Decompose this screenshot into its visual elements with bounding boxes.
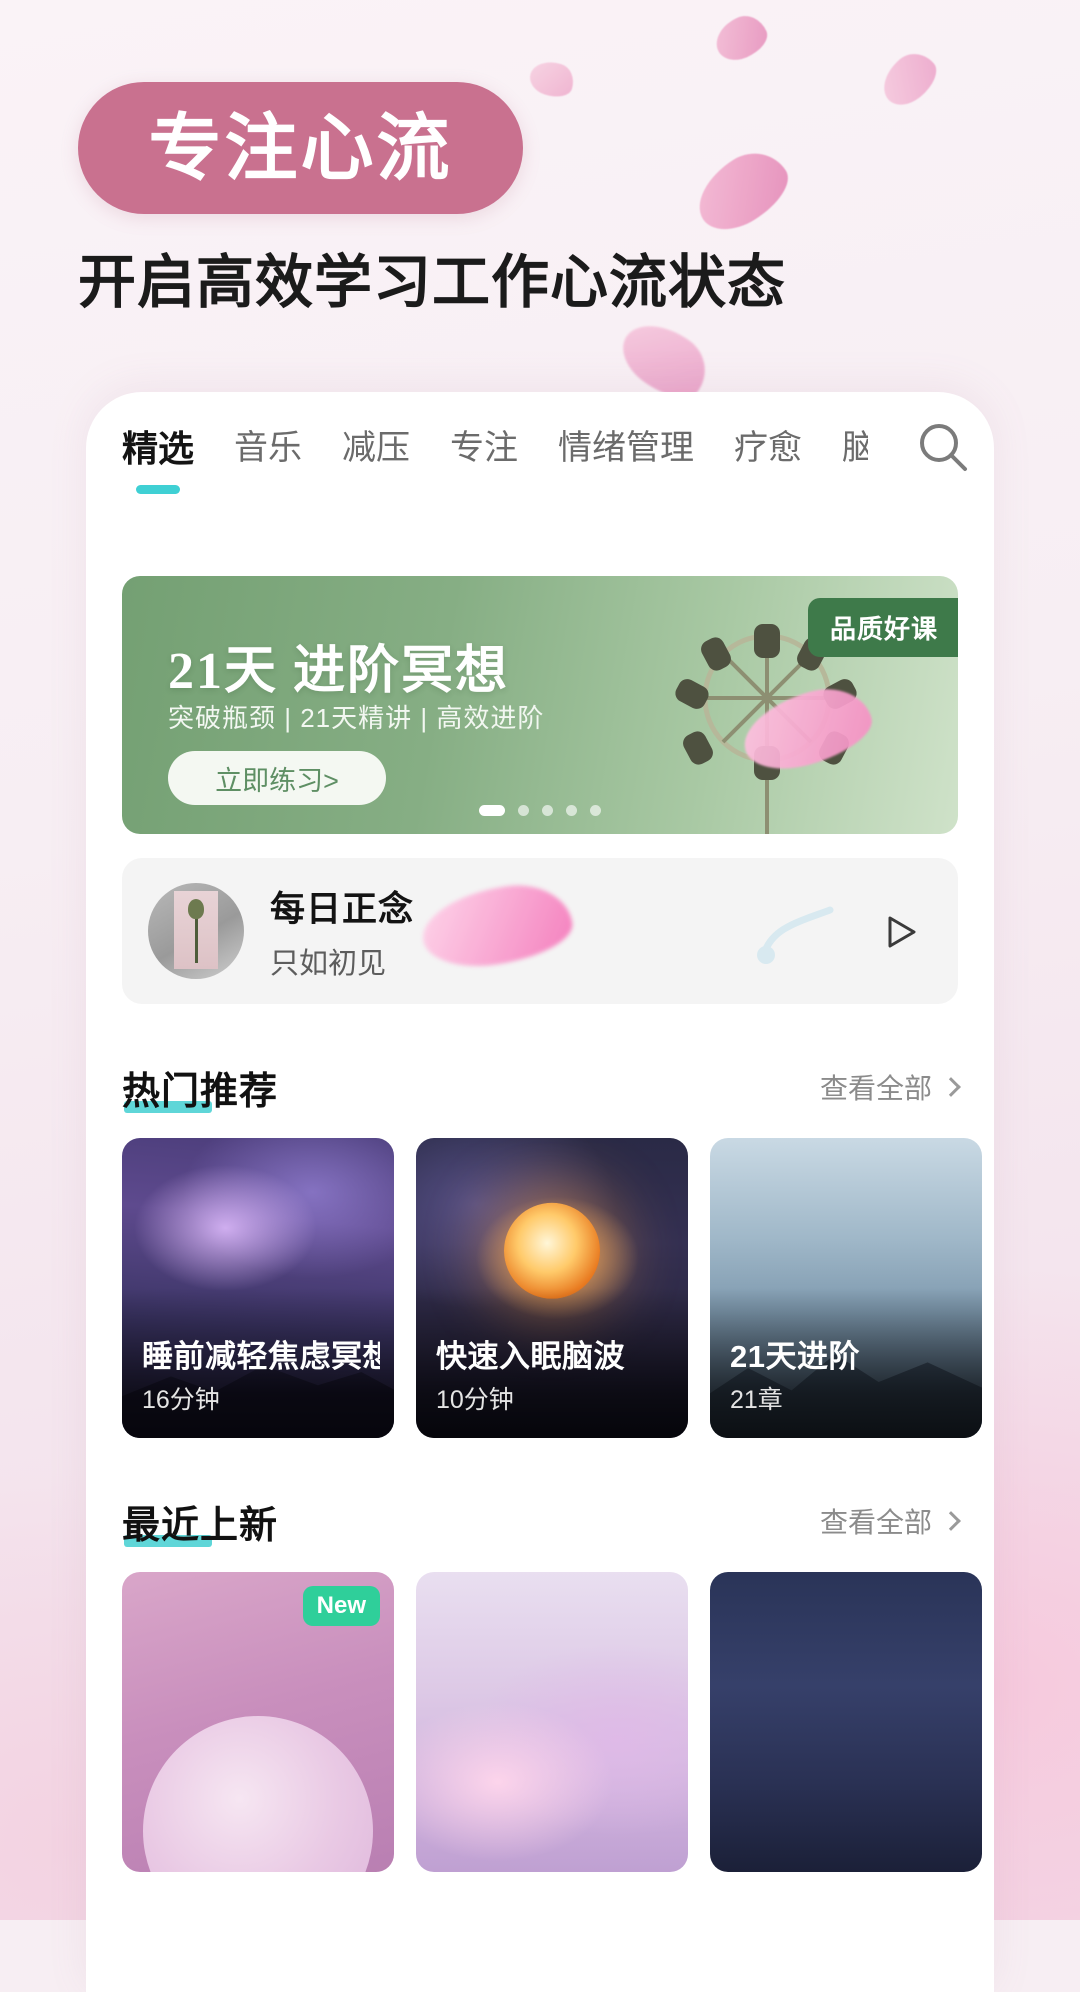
tab-jingxuan[interactable]: 精选 [122, 416, 195, 494]
tab-label: 精选 [122, 428, 195, 469]
card-row-hot: 睡前减轻焦虑冥想 16分钟 快速入眠脑波 10分钟 21天进阶 21章 [122, 1138, 994, 1438]
banner-subtitle: 突破瓶颈 | 21天精讲 | 高效进阶 [168, 703, 545, 733]
section-header-hot: 热门推荐 查看全部 [122, 1058, 961, 1116]
tab-nao-partial[interactable]: 脑 [842, 416, 868, 469]
chevron-right-icon [941, 1077, 961, 1097]
card-title: 快速入眠脑波 [436, 1339, 625, 1374]
new-badge: New [302, 1586, 380, 1626]
tab-label: 专注 [450, 429, 519, 467]
promo-banner-carousel[interactable]: 品质好课 21天 进阶冥想 突破瓶颈 | 21天精讲 | 高效进阶 立即练习> [122, 576, 958, 834]
section-title-wrap: 热门推荐 [122, 1060, 278, 1115]
section-title: 最近上新 [122, 1504, 279, 1547]
daily-text-block: 每日正念 只如初见 [270, 881, 414, 982]
night-sky-artwork [710, 1572, 982, 1872]
category-tabbar: 精选 音乐 减压 专注 情绪管理 疗愈 脑 [86, 392, 994, 502]
card-duration: 10分钟 [436, 1386, 514, 1414]
card-title: 21天进阶 [730, 1339, 860, 1374]
tab-liaoyu[interactable]: 疗愈 [734, 416, 802, 469]
course-card[interactable] [710, 1572, 982, 1872]
tab-zhuanzhu[interactable]: 专注 [450, 416, 518, 469]
daily-title: 每日正念 [270, 889, 415, 929]
phone-mockup: 精选 音乐 减压 专注 情绪管理 疗愈 脑 品质好课 21天 进阶冥想 突破瓶颈… [86, 392, 994, 1992]
tab-jianya[interactable]: 减压 [342, 416, 410, 469]
music-note-icon [754, 902, 840, 964]
view-all-label: 查看全部 [819, 1507, 932, 1538]
card-duration: 16分钟 [142, 1386, 220, 1414]
tab-label: 减压 [342, 429, 411, 467]
carousel-dot[interactable] [518, 805, 529, 816]
course-card[interactable]: 21天进阶 21章 [710, 1138, 982, 1438]
card-row-new: New [122, 1572, 994, 1872]
banner-title: 21天 进阶冥想 [168, 643, 510, 700]
petal-icon [417, 877, 577, 975]
play-icon[interactable] [876, 908, 924, 956]
thumb-bud [188, 899, 204, 919]
section-header-new: 最近上新 查看全部 [122, 1492, 961, 1550]
practice-now-button[interactable]: 立即练习> [168, 751, 386, 805]
promo-subtitle: 开启高效学习工作心流状态 [78, 250, 787, 315]
quality-badge: 品质好课 [807, 598, 958, 657]
daily-mindfulness-card[interactable]: 每日正念 只如初见 [122, 858, 958, 1004]
carousel-dot[interactable] [479, 805, 505, 816]
search-icon[interactable] [914, 418, 972, 476]
rose-photo-icon [148, 883, 244, 979]
view-all-hot-button[interactable]: 查看全部 [819, 1067, 961, 1107]
tab-active-indicator [136, 485, 180, 494]
carousel-dot[interactable] [590, 805, 601, 816]
course-card[interactable] [416, 1572, 688, 1872]
daily-subtitle: 只如初见 [270, 947, 387, 980]
carousel-dot[interactable] [542, 805, 553, 816]
card-duration: 21章 [730, 1386, 783, 1414]
promo-title-badge: 专注心流 [78, 82, 523, 214]
tab-label: 情绪管理 [558, 429, 695, 467]
carousel-dot[interactable] [566, 805, 577, 816]
carousel-dots [479, 805, 601, 816]
course-card[interactable]: New [122, 1572, 394, 1872]
course-card[interactable]: 睡前减轻焦虑冥想 16分钟 [122, 1138, 394, 1438]
pink-clouds-artwork [416, 1572, 688, 1872]
chevron-right-icon [941, 1511, 961, 1531]
tab-label: 疗愈 [734, 429, 803, 467]
course-card[interactable]: 快速入眠脑波 10分钟 [416, 1138, 688, 1438]
view-all-label: 查看全部 [819, 1073, 932, 1104]
tab-label: 音乐 [234, 429, 303, 467]
promo-title-text: 专注心流 [148, 107, 453, 189]
tab-yinyue[interactable]: 音乐 [234, 416, 302, 469]
tab-label: 脑 [842, 429, 869, 467]
view-all-new-button[interactable]: 查看全部 [819, 1501, 961, 1541]
section-title: 热门推荐 [122, 1070, 279, 1113]
card-title: 睡前减轻焦虑冥想 [142, 1339, 380, 1374]
app-screen: 精选 音乐 减压 专注 情绪管理 疗愈 脑 品质好课 21天 进阶冥想 突破瓶颈… [86, 392, 994, 1872]
tab-qingxuguanli[interactable]: 情绪管理 [558, 416, 694, 469]
section-title-wrap: 最近上新 [122, 1494, 278, 1549]
